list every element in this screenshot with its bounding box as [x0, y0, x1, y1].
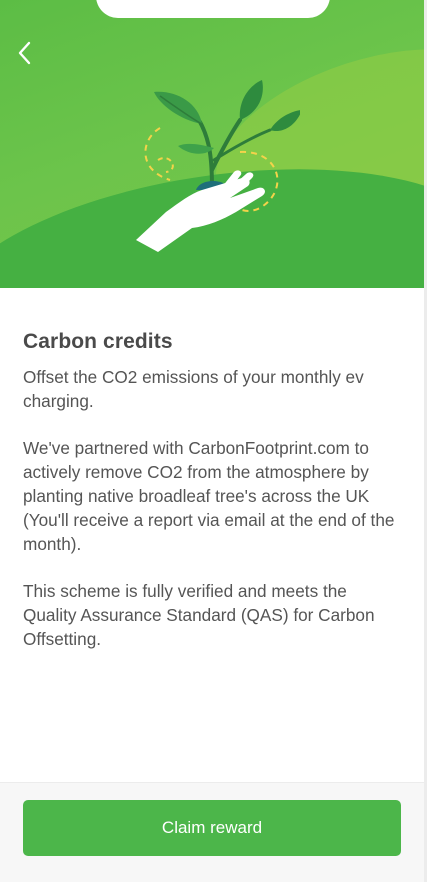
intro-paragraph: Offset the CO2 emissions of your monthly… [23, 367, 364, 411]
page-title: Carbon credits [23, 330, 173, 353]
verification-paragraph: This scheme is fully verified and meets … [23, 581, 375, 649]
device-notch [96, 0, 330, 18]
back-button[interactable] [8, 36, 42, 70]
claim-reward-button[interactable]: Claim reward [23, 800, 401, 856]
hand-holding-seedling-icon [136, 80, 300, 252]
chevron-left-icon [18, 41, 31, 65]
reward-details: Carbon credits Offset the CO2 emissions … [0, 288, 427, 782]
carbon-credits-screen: Carbon credits Offset the CO2 emissions … [0, 0, 427, 882]
partner-paragraph: We've partnered with CarbonFootprint.com… [23, 438, 395, 554]
action-footer: Claim reward [0, 782, 427, 882]
hero-banner [0, 0, 427, 288]
